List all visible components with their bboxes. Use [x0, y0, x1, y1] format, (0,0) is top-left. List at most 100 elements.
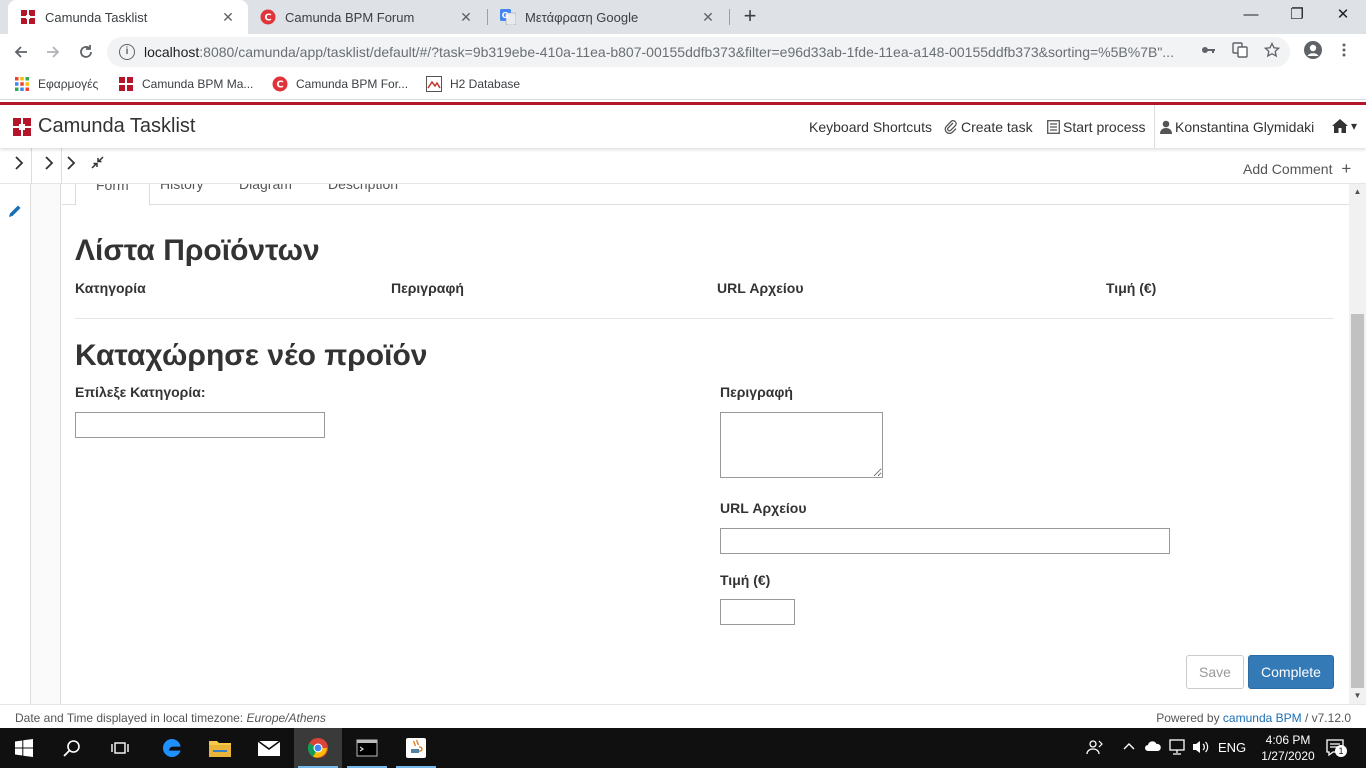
powered-prefix: Powered by: [1156, 711, 1220, 725]
chevron-up-icon: [1123, 743, 1135, 750]
action-center-button[interactable]: 1: [1326, 738, 1347, 761]
keyboard-shortcuts-link[interactable]: Keyboard Shortcuts: [809, 119, 932, 135]
camunda-link[interactable]: camunda BPM: [1223, 711, 1302, 725]
bookmark-label: Εφαρμογές: [38, 77, 99, 91]
compress-button[interactable]: [89, 156, 105, 173]
chevron-right-icon: [67, 156, 76, 170]
translate-icon[interactable]: [1230, 42, 1250, 62]
clock-time: 4:06 PM: [1265, 733, 1311, 747]
bookmark-star-icon[interactable]: [1262, 41, 1282, 62]
pencil-icon: [9, 205, 21, 217]
browser-tab-title: Μετάφραση Google: [525, 9, 639, 25]
powered-by: Powered by camunda BPM / v7.12.0: [1156, 711, 1351, 725]
scroll-down-arrow-icon[interactable]: ▼: [1351, 690, 1364, 702]
tab-history[interactable]: History: [140, 184, 224, 205]
close-window-button[interactable]: ✕: [1320, 0, 1366, 30]
version-text: / v7.12.0: [1304, 711, 1351, 725]
bookmark-h2-database[interactable]: H2 Database: [426, 76, 520, 92]
user-menu[interactable]: Konstantina Glymidaki: [1160, 119, 1314, 135]
people-icon[interactable]: [1086, 738, 1104, 759]
taskbar-clock[interactable]: 4:06 PM 1/27/2020: [1256, 732, 1320, 764]
expand-list-button[interactable]: [41, 156, 57, 174]
save-button[interactable]: Save: [1186, 655, 1244, 689]
plus-icon: +: [1341, 159, 1352, 178]
start-process-label: Start process: [1063, 119, 1146, 135]
taskbar-mail[interactable]: [245, 728, 293, 768]
profile-avatar-icon[interactable]: [1302, 40, 1324, 62]
browser-tab-camunda-tasklist[interactable]: Camunda Tasklist ✕: [8, 0, 248, 34]
expand-filters-button[interactable]: [11, 156, 27, 174]
new-product-title: Καταχώρησε νέο προϊόν: [75, 339, 428, 372]
speaker-glyph: [1193, 741, 1209, 753]
task-view-icon: [111, 742, 129, 754]
edit-filter-button[interactable]: [8, 204, 22, 221]
tab-description[interactable]: Description: [308, 184, 418, 205]
onedrive-icon[interactable]: [1144, 740, 1162, 755]
windows-logo-icon: [15, 739, 33, 757]
key-glyph: [1202, 47, 1215, 53]
url-input[interactable]: [720, 528, 1170, 554]
home-menu[interactable]: ▾: [1332, 119, 1357, 133]
browser-menu-icon[interactable]: [1334, 42, 1354, 62]
site-info-icon[interactable]: i: [119, 44, 135, 60]
new-tab-button[interactable]: +: [738, 5, 762, 29]
list-icon: [1047, 120, 1060, 134]
close-tab-icon[interactable]: ✕: [220, 9, 236, 26]
taskbar-edge[interactable]: [148, 728, 196, 768]
browser-tab-google-translate[interactable]: G Μετάφραση Google ✕: [488, 0, 728, 34]
forward-button[interactable]: [40, 39, 66, 65]
svg-text:G: G: [502, 11, 509, 20]
taskbar-file-explorer[interactable]: [196, 728, 244, 768]
taskbar-command-prompt[interactable]: [343, 728, 391, 768]
bookmark-camunda-forum[interactable]: C Camunda BPM For...: [272, 76, 408, 92]
column-header-category: Κατηγορία: [75, 280, 146, 296]
bookmarks-bar: Εφαρμογές Camunda BPM Ma... C Camunda BP…: [0, 70, 1366, 100]
task-view-button[interactable]: [96, 728, 144, 768]
language-indicator[interactable]: ENG: [1218, 740, 1246, 755]
search-button[interactable]: [48, 728, 96, 768]
price-input[interactable]: [720, 599, 795, 625]
tab-form[interactable]: Form: [75, 184, 150, 206]
bookmark-apps[interactable]: Εφαρμογές: [14, 76, 98, 92]
minimize-window-button[interactable]: —: [1228, 0, 1274, 30]
show-hidden-icons-button[interactable]: [1122, 739, 1136, 756]
close-tab-icon[interactable]: ✕: [700, 9, 716, 26]
bookmark-label: Camunda BPM For...: [296, 77, 409, 91]
back-arrow-icon: [14, 46, 27, 58]
complete-button[interactable]: Complete: [1248, 655, 1334, 689]
timezone-value: Europe/Athens: [246, 711, 326, 725]
windows-taskbar: ENG 4:06 PM 1/27/2020 1: [0, 728, 1366, 768]
timezone-note: Date and Time displayed in local timezon…: [15, 711, 326, 725]
close-tab-icon[interactable]: ✕: [458, 9, 474, 26]
app-header: Camunda Tasklist Keyboard Shortcuts Crea…: [0, 102, 1366, 148]
taskbar-chrome[interactable]: [294, 728, 342, 768]
camunda-icon: [21, 10, 35, 24]
key-icon[interactable]: [1198, 42, 1218, 62]
browser-tab-camunda-forum[interactable]: C Camunda BPM Forum ✕: [248, 0, 486, 34]
google-translate-icon: G: [500, 9, 516, 25]
scroll-up-arrow-icon[interactable]: ▲: [1351, 186, 1364, 198]
tasklist-column-collapsed: [31, 184, 61, 704]
category-input[interactable]: [75, 412, 325, 438]
start-button[interactable]: [0, 728, 48, 768]
tab-diagram[interactable]: Diagram: [219, 184, 312, 205]
toolbar-divider: [61, 148, 62, 184]
app-title: Camunda Tasklist: [38, 115, 196, 137]
create-task-label: Create task: [961, 119, 1033, 135]
add-comment-button[interactable]: Add Comment +: [1243, 159, 1351, 179]
address-bar[interactable]: i localhost :8080/camunda/app/tasklist/d…: [107, 37, 1290, 67]
start-process-link[interactable]: Start process: [1047, 119, 1145, 135]
description-textarea[interactable]: [720, 412, 883, 478]
scrollbar-thumb[interactable]: [1351, 314, 1364, 688]
taskbar-java[interactable]: [392, 728, 440, 768]
expand-task-button[interactable]: [63, 156, 79, 174]
app-brand[interactable]: Camunda Tasklist: [12, 115, 195, 138]
back-button[interactable]: [8, 39, 34, 65]
kebab-glyph: [1342, 43, 1346, 57]
reload-button[interactable]: [73, 39, 99, 65]
maximize-window-button[interactable]: ❐: [1274, 0, 1320, 30]
create-task-link[interactable]: Create task: [944, 119, 1033, 135]
volume-icon[interactable]: [1192, 739, 1210, 758]
bookmark-camunda-manual[interactable]: Camunda BPM Ma...: [118, 76, 253, 92]
network-icon[interactable]: [1168, 739, 1186, 758]
